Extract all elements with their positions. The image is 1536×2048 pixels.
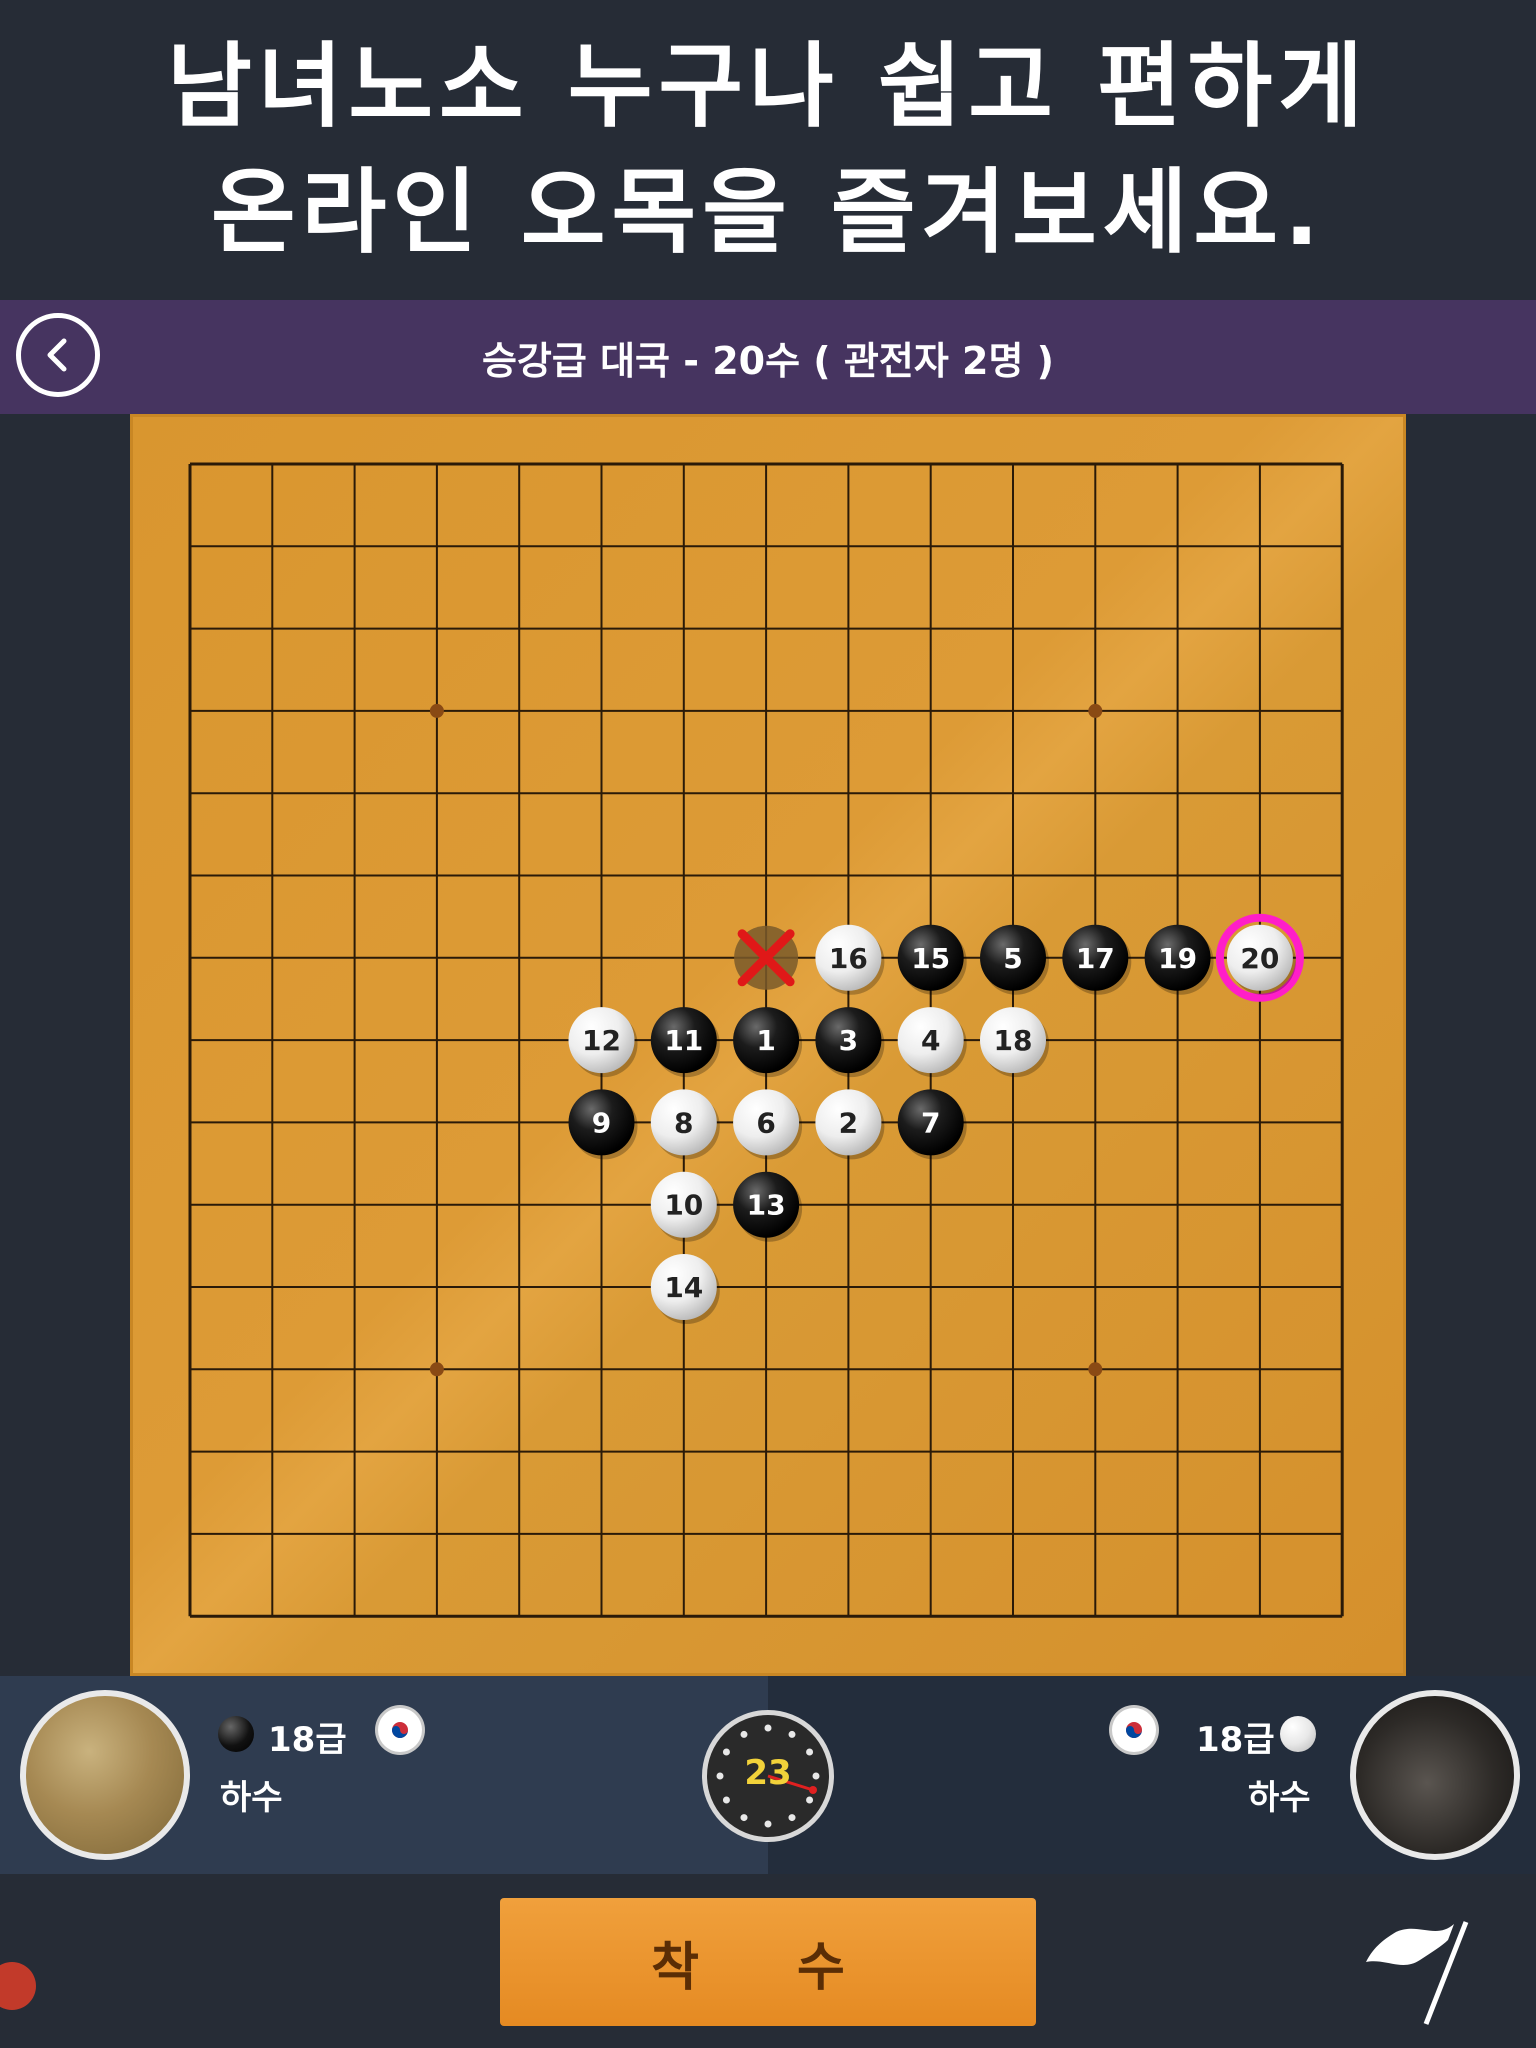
- stone-move-number: 18: [994, 1024, 1033, 1057]
- player-left-rank: 18급: [268, 1720, 347, 1760]
- stone-move-number: 5: [1003, 942, 1022, 975]
- stone-move-number: 2: [839, 1106, 858, 1139]
- player-left-avatar[interactable]: [20, 1690, 190, 1860]
- timer-seconds: 23: [744, 1753, 792, 1793]
- black-stone-icon: [218, 1716, 254, 1752]
- player-left-nickname: 하수: [220, 1778, 283, 1818]
- game-title: 승강급 대국 - 20수 ( 관전자 2명 ): [481, 338, 1055, 383]
- stone-move-number: 20: [1240, 942, 1279, 975]
- stone-move-number: 7: [921, 1106, 940, 1139]
- action-bar: 착 수: [0, 1874, 1536, 2048]
- stone-move-number: 4: [921, 1024, 940, 1057]
- promo-banner: 남녀노소 누구나 쉽고 편하게 온라인 오목을 즐겨보세요.: [0, 0, 1536, 300]
- clock-tick: [806, 1796, 814, 1804]
- player-right-panel: 18급 하수: [768, 1676, 1536, 1874]
- clock-tick: [764, 1724, 772, 1732]
- star-point: [429, 703, 444, 718]
- star-point: [1088, 703, 1103, 718]
- board-grid[interactable]: 123 456 78910111213141516 171819 20: [130, 414, 1406, 1676]
- promo-line-1: 남녀노소 누구나 쉽고 편하게: [167, 33, 1369, 140]
- stone-move-number: 3: [839, 1024, 858, 1057]
- korea-flag-icon: [1112, 1708, 1156, 1752]
- chevron-left-icon: [47, 338, 67, 372]
- stone-move-number: 17: [1076, 942, 1115, 975]
- stone-move-number: 13: [747, 1189, 786, 1222]
- player-right-rank: 18급: [1196, 1720, 1275, 1760]
- resign-button[interactable]: [1356, 1918, 1476, 2028]
- stone-move-number: 19: [1158, 942, 1197, 975]
- stone-move-number: 14: [664, 1271, 703, 1304]
- back-button[interactable]: [16, 313, 100, 397]
- clock-tick: [764, 1820, 772, 1828]
- player-right-avatar[interactable]: [1350, 1690, 1520, 1860]
- stone-move-number: 12: [582, 1024, 621, 1057]
- place-stone-button[interactable]: 착 수: [500, 1898, 1036, 2026]
- promo-line-2: 온라인 오목을 즐겨보세요.: [210, 159, 1326, 266]
- clock-tick: [740, 1730, 748, 1738]
- clock-tick: [788, 1730, 796, 1738]
- clock-tick: [788, 1814, 796, 1822]
- stone-move-number: 9: [592, 1106, 611, 1139]
- player-right-nickname: 하수: [1248, 1778, 1311, 1818]
- stone-move-number: 8: [674, 1106, 693, 1139]
- gomoku-board[interactable]: 1 2 3 4 5 6 7 8 9 10 11 12 13 14 15 16 17 18 19 20: [130, 414, 1406, 1676]
- stone-move-number: 10: [664, 1189, 703, 1222]
- players-panel: 18급 하수 18급 하수 23: [0, 1676, 1536, 1874]
- korea-flag-icon: [378, 1708, 422, 1752]
- stone-move-number: 15: [911, 942, 950, 975]
- player-left-panel: 18급 하수: [0, 1676, 768, 1874]
- stone-move-number: 1: [756, 1024, 775, 1057]
- stone-move-number: 11: [664, 1024, 703, 1057]
- white-stone-icon: [1280, 1716, 1316, 1752]
- turn-timer: 23: [702, 1710, 834, 1842]
- stone-move-number: 6: [756, 1106, 775, 1139]
- stone-move-number: 16: [829, 942, 868, 975]
- clock-tick: [722, 1796, 730, 1804]
- star-point: [1088, 1362, 1103, 1377]
- star-point: [429, 1362, 444, 1377]
- game-title-bar: 승강급 대국 - 20수 ( 관전자 2명 ): [0, 300, 1536, 414]
- emoticon-button[interactable]: [0, 1962, 36, 2010]
- clock-tick: [740, 1814, 748, 1822]
- white-flag-icon: [1366, 1921, 1469, 2025]
